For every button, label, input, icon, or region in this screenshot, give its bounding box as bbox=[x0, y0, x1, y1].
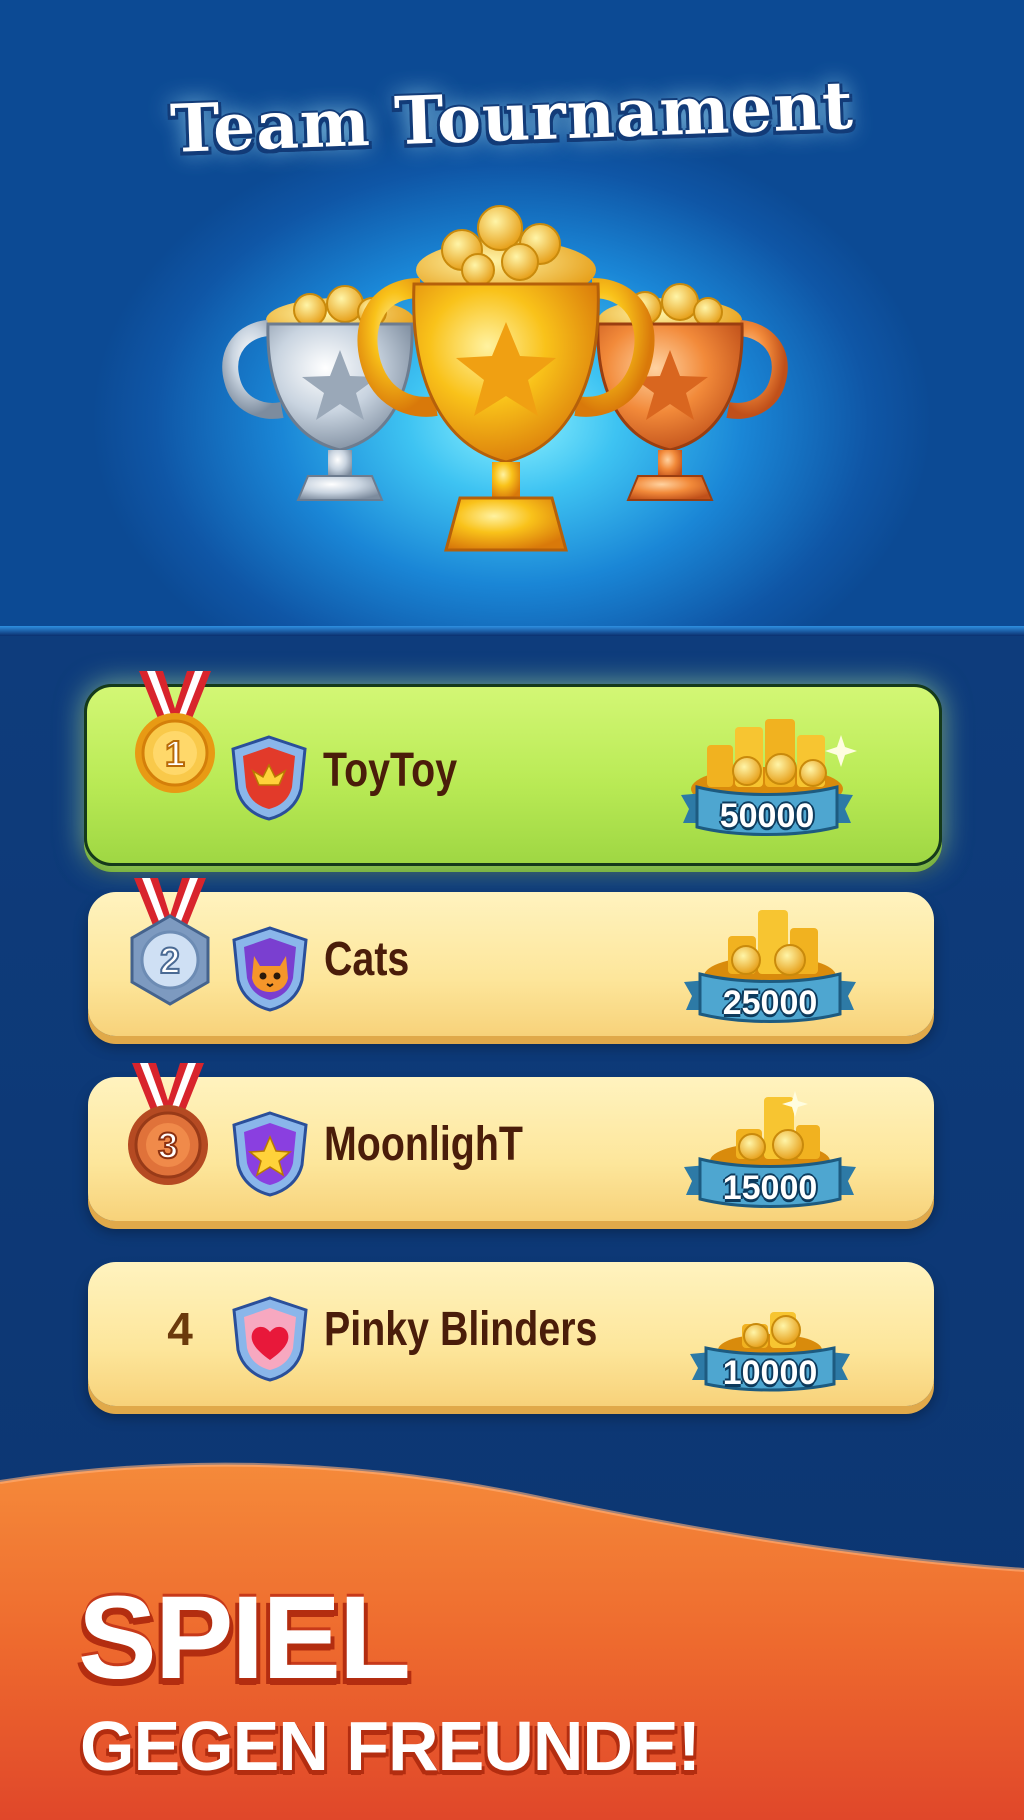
cat-icon bbox=[232, 926, 308, 1012]
team-name: Cats bbox=[324, 933, 410, 986]
team-name: ToyToy bbox=[323, 744, 458, 797]
svg-text:1: 1 bbox=[165, 733, 185, 774]
reward-amount: 25000 bbox=[722, 984, 818, 1022]
heart-icon bbox=[232, 1296, 308, 1382]
silver-medal-icon: 2 bbox=[130, 878, 210, 1006]
star-icon bbox=[232, 1111, 308, 1197]
rank-number: 4 bbox=[167, 1303, 193, 1355]
team-name: MoonlighT bbox=[324, 1118, 523, 1171]
leaderboard-row-3[interactable]: 3 MoonlighT 15000 bbox=[88, 1063, 934, 1221]
reward-amount: 15000 bbox=[722, 1169, 818, 1207]
leaderboard-row-1[interactable]: 1 ToyToy 50000 bbox=[84, 671, 942, 866]
bronze-medal-icon: 3 bbox=[128, 1063, 208, 1185]
svg-text:2: 2 bbox=[160, 940, 180, 981]
reward-amount: 50000 bbox=[719, 797, 815, 835]
coin-reward: 10000 bbox=[680, 1260, 860, 1410]
trophies-illustration bbox=[222, 205, 788, 552]
svg-text:3: 3 bbox=[158, 1125, 178, 1166]
divider bbox=[0, 626, 1024, 636]
leaderboard-row-2[interactable]: 2 Cats 25000 bbox=[88, 878, 934, 1036]
crown-icon bbox=[231, 735, 307, 821]
coin-reward: 25000 bbox=[680, 890, 860, 1040]
hero-banner: Team Tournament bbox=[0, 0, 1024, 632]
reward-amount: 10000 bbox=[722, 1354, 818, 1392]
gold-medal-icon: 1 bbox=[135, 671, 215, 793]
promo-subheading: GEGEN FREUNDE! bbox=[80, 1707, 701, 1785]
coin-reward: 50000 bbox=[677, 705, 857, 855]
promo-heading: SPIEL bbox=[78, 1572, 411, 1704]
leaderboard-row-4[interactable]: 4 Pinky Blinders 10000 bbox=[88, 1262, 934, 1406]
team-name: Pinky Blinders bbox=[324, 1303, 598, 1356]
coin-reward: 15000 bbox=[680, 1075, 860, 1225]
page-title: Team Tournament bbox=[169, 66, 855, 168]
